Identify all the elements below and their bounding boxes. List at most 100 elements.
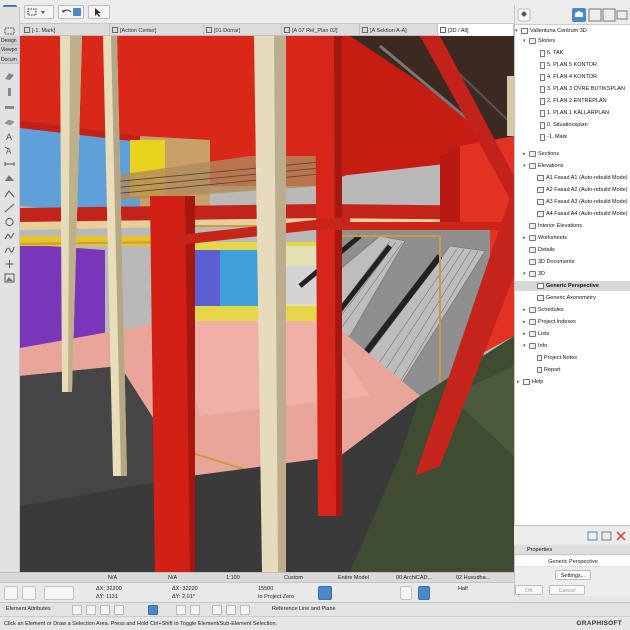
tab-action-center[interactable]: [Action Center] xyxy=(110,24,204,36)
tree-elevations[interactable]: ▾ Elevations xyxy=(523,161,563,171)
slab-tool[interactable] xyxy=(4,117,15,127)
tree-story-6[interactable]: 6. TAK xyxy=(540,48,563,58)
tab-rel-plan[interactable]: [A 07 Rel_Plan 02] xyxy=(282,24,360,36)
tree-info[interactable]: ▾ Info xyxy=(523,341,547,351)
tree-story-5[interactable]: 5. PLAN 5 KONTOR xyxy=(540,60,597,70)
tree-help[interactable]: ▸ Help xyxy=(517,377,543,387)
undo-redo-button[interactable] xyxy=(58,5,84,19)
wall-tool[interactable] xyxy=(4,71,15,81)
model-view-dropdown[interactable]: Entire Model xyxy=(338,574,369,582)
line-tool[interactable] xyxy=(4,203,15,213)
circle-icon xyxy=(5,217,14,227)
dimension-tool[interactable] xyxy=(4,159,15,169)
tab-mark[interactable]: [-1. Mark] xyxy=(22,24,110,36)
camera-button[interactable] xyxy=(212,605,222,615)
tree-project-indexes[interactable]: ▸ Project Indexes xyxy=(523,317,576,327)
3d-viewport[interactable] xyxy=(20,36,514,572)
elevation-icon xyxy=(537,199,544,205)
settings-button[interactable]: Settings... xyxy=(555,570,591,580)
fill-tool[interactable] xyxy=(4,173,15,183)
fill-button[interactable] xyxy=(114,605,124,615)
tree-generic-perspective[interactable]: Generic Perspective xyxy=(515,281,630,291)
tree-elevation-a1[interactable]: A1 Fasad A1 (Auto-rebuild Mode) xyxy=(537,173,628,183)
orbit-button[interactable] xyxy=(240,605,250,615)
tree-generic-axonometry[interactable]: Generic Axonometry xyxy=(537,293,596,303)
snap-button[interactable] xyxy=(400,586,412,600)
marquee-select-button[interactable] xyxy=(22,586,36,600)
line-icon xyxy=(4,203,15,213)
tree-worksheets[interactable]: ▸ Worksheets xyxy=(523,233,567,243)
tree-project[interactable]: ▾ Vallentuna Centrum 3D xyxy=(515,26,587,36)
tab-sektion[interactable]: [A Sektion A-A] xyxy=(360,24,438,36)
tree-schedules[interactable]: ▸ Schedules xyxy=(523,305,564,315)
circle-tool[interactable] xyxy=(4,217,15,227)
figure-tool[interactable] xyxy=(4,273,15,283)
z-value[interactable]: 15500 xyxy=(258,586,273,592)
tree-story-0[interactable]: 0. Situationsplan xyxy=(540,120,588,130)
scale-dropdown[interactable]: 1:100 xyxy=(226,574,240,582)
pointer-button[interactable] xyxy=(88,5,110,19)
hotspot-tool[interactable] xyxy=(4,259,15,269)
roof-tool[interactable] xyxy=(4,189,15,199)
half-dropdown[interactable]: Half xyxy=(458,586,468,592)
reference-line-dropdown[interactable]: Reference Line and Plane xyxy=(272,606,336,612)
pen-button[interactable] xyxy=(72,605,82,615)
marquee-icon xyxy=(27,8,45,16)
tree-details[interactable]: Details xyxy=(529,245,555,255)
folder-icon xyxy=(529,38,536,44)
tree-elevation-a4[interactable]: A4 Fasad A4 (Auto-rebuild Mode) xyxy=(537,209,628,219)
ok-button[interactable]: OK xyxy=(515,585,543,595)
tree-elevation-a2[interactable]: A2 Fasad A2 (Auto-rebuild Mode) xyxy=(537,185,628,195)
guide-button[interactable] xyxy=(418,586,430,600)
undo-icon xyxy=(62,8,81,16)
toolbox-tab-viewpoint[interactable]: Viewpo xyxy=(0,45,19,54)
pen-set-dropdown[interactable]: Custom xyxy=(284,574,303,582)
tree-story-minus1[interactable]: -1. Mark xyxy=(540,132,567,142)
huvudhandling-dropdown[interactable]: 02 Huvudha... xyxy=(456,574,490,582)
tree-story-2[interactable]: 2. PLAN 2 ENTRÉPLAN xyxy=(540,96,607,106)
view-button[interactable] xyxy=(176,605,186,615)
tree-sections[interactable]: ▸ Sections xyxy=(523,149,559,159)
tab-3d-all[interactable]: [3D / All] xyxy=(438,24,514,36)
tree-interior-elevations[interactable]: Interior Elevations xyxy=(529,221,582,231)
render-button[interactable] xyxy=(226,605,236,615)
text-tool[interactable]: A xyxy=(4,131,15,142)
tree-story-4[interactable]: 4. PLAN 4 KONTOR xyxy=(540,72,597,82)
beam-tool[interactable] xyxy=(4,103,15,113)
element-attributes-dropdown[interactable]: Element Attributes xyxy=(6,606,51,612)
tree-3d-documents[interactable]: 3D Documents xyxy=(529,257,574,267)
toolbox-tab-design[interactable]: Design xyxy=(0,36,19,45)
tree-project-notes[interactable]: Project Notes xyxy=(537,353,577,363)
spline-tool[interactable] xyxy=(4,245,15,255)
arrow-select-button[interactable] xyxy=(4,586,18,600)
hotspot-icon xyxy=(5,260,14,268)
window-icon xyxy=(112,27,118,33)
cancel-button[interactable]: Cancel xyxy=(549,585,585,595)
z-reference: to Project Zero xyxy=(258,594,295,600)
tree-story-3[interactable]: 3. PLAN 3 ÖVRE BUTIKSPLAN xyxy=(540,84,625,94)
tree-stories[interactable]: ▾ Stories xyxy=(523,36,555,46)
polyline-tool[interactable] xyxy=(4,231,15,241)
archicad-layer-dropdown[interactable]: 00 ArchiCAD... xyxy=(396,574,432,582)
svg-text:A: A xyxy=(6,132,12,141)
toolbox-tab-document[interactable]: Docum xyxy=(0,55,19,64)
tab-dorrar[interactable]: [01 Dörrar] xyxy=(204,24,282,36)
floorplan-icon xyxy=(24,27,30,33)
tree-lists[interactable]: ▸ Lists xyxy=(523,329,549,339)
line-type-button[interactable] xyxy=(100,605,110,615)
story-icon xyxy=(540,85,545,93)
tree-report[interactable]: Report xyxy=(537,365,561,375)
grid-button[interactable] xyxy=(148,605,158,615)
selection-mode-button[interactable] xyxy=(24,5,54,19)
label-tool[interactable]: A xyxy=(4,145,15,156)
geometry-method-button[interactable] xyxy=(318,586,332,600)
layout-button[interactable] xyxy=(190,605,200,615)
tree-3d[interactable]: ▾ 3D xyxy=(523,269,545,279)
marquee-tool[interactable] xyxy=(4,27,15,37)
tree-elevation-a3[interactable]: A3 Fasad A3 (Auto-rebuild Mode) xyxy=(537,197,628,207)
material-button[interactable] xyxy=(86,605,96,615)
tree-story-1[interactable]: 1. PLAN 1 KÄLLARPLAN xyxy=(540,108,609,118)
properties-header: Properties xyxy=(515,545,630,555)
column-tool[interactable] xyxy=(4,87,15,97)
selection-method-dropdown[interactable] xyxy=(44,586,74,600)
